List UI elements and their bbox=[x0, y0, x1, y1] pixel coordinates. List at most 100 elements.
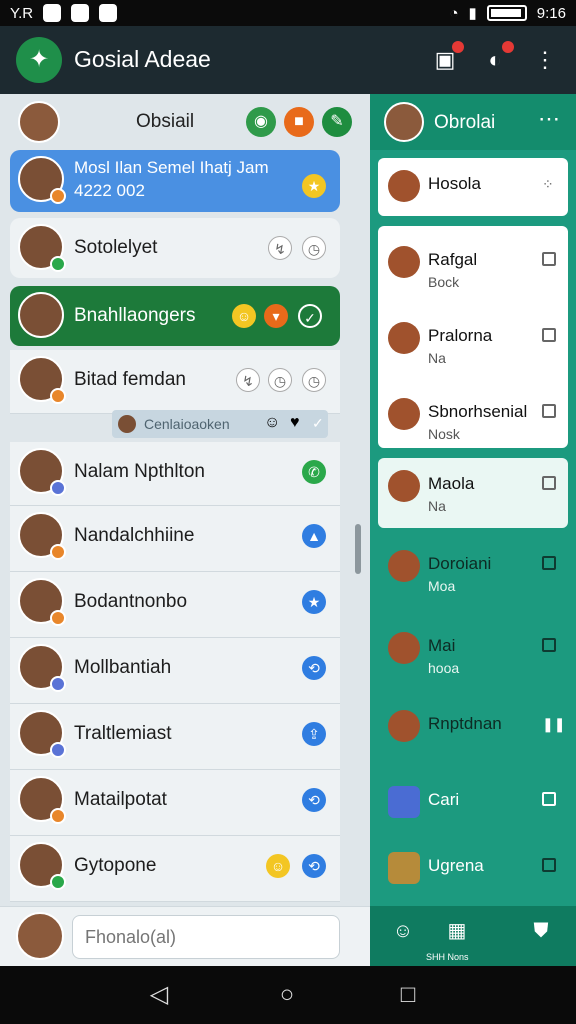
group-item[interactable]: Cari bbox=[378, 774, 568, 840]
account-icon[interactable]: ⛊ bbox=[524, 914, 558, 948]
app-title: Gosial Adeae bbox=[74, 46, 211, 72]
share-icon[interactable]: ⇪ bbox=[302, 722, 326, 746]
right-panel: Obrolai ⋯ Hosola ⁘ Rafgal Bock Pralorna … bbox=[370, 94, 576, 966]
profile-icon[interactable]: ☺ bbox=[386, 914, 420, 948]
arrow-icon[interactable]: ▾ bbox=[264, 304, 288, 328]
avatar bbox=[388, 710, 420, 742]
clock-icon[interactable]: ◷ bbox=[268, 368, 292, 392]
message-input[interactable] bbox=[72, 915, 340, 959]
call-icon[interactable]: ✆ bbox=[302, 460, 326, 484]
avatar bbox=[18, 776, 66, 824]
chat-item[interactable]: Gytopone ☺ ⟲ bbox=[10, 836, 340, 902]
group-item[interactable]: Hosola ⁘ bbox=[378, 158, 568, 216]
back-icon[interactable]: ◁ bbox=[144, 980, 174, 1010]
badge-icon bbox=[50, 874, 66, 890]
more-icon[interactable]: ⁘ bbox=[542, 176, 556, 192]
group-item[interactable]: Sbnorhsenial Nosk bbox=[378, 386, 568, 452]
emoji-icon: ☺ bbox=[266, 854, 290, 878]
check-icon[interactable]: ✓ bbox=[298, 304, 322, 328]
checkbox[interactable] bbox=[542, 556, 556, 570]
group-subtitle: Nosk bbox=[428, 426, 460, 442]
avatar[interactable] bbox=[384, 102, 424, 142]
group-item[interactable]: Mai hooa bbox=[378, 620, 568, 690]
chat-name: Mollbantiah bbox=[74, 657, 172, 678]
notification-icon[interactable]: ■ bbox=[284, 107, 314, 137]
pin-icon[interactable]: ↯ bbox=[236, 368, 260, 392]
badge-icon bbox=[50, 188, 66, 204]
group-title: Doroiani bbox=[428, 554, 492, 573]
chat-item[interactable]: Sotolelyet ↯ ◷ bbox=[10, 218, 340, 278]
messages-icon[interactable]: ▣ bbox=[430, 41, 464, 75]
clock-icon[interactable]: ◷ bbox=[302, 236, 326, 260]
badge-icon bbox=[50, 742, 66, 758]
chat-item[interactable]: Bnahllaongers ☺ ▾ ✓ bbox=[10, 286, 340, 346]
compose-bar bbox=[0, 906, 370, 966]
clock-icon[interactable]: ⟲ bbox=[302, 854, 326, 878]
pause-icon[interactable] bbox=[542, 792, 556, 806]
home-icon[interactable]: ○ bbox=[272, 980, 302, 1010]
more-menu-icon[interactable]: ⋯ bbox=[538, 106, 560, 132]
pin-icon[interactable]: ↯ bbox=[268, 236, 292, 260]
group-title: Sbnorhsenial bbox=[428, 402, 528, 421]
avatar[interactable] bbox=[18, 101, 60, 143]
chat-name: Bitad femdan bbox=[74, 369, 186, 390]
chat-name: Gytopone bbox=[74, 855, 157, 876]
checkbox[interactable] bbox=[542, 638, 556, 652]
scrollbar[interactable] bbox=[352, 154, 362, 894]
clock-icon[interactable]: ◷ bbox=[302, 368, 326, 392]
star-icon[interactable]: ★ bbox=[302, 590, 326, 614]
badge-icon bbox=[50, 808, 66, 824]
right-bottom-nav: ☺ ▦ SHH Nons ⛊ bbox=[370, 906, 576, 966]
chat-item[interactable]: Nandalchhiine ▲ bbox=[10, 506, 340, 572]
group-item[interactable]: Pralorna Na bbox=[378, 310, 568, 378]
status-left: Y.R bbox=[10, 4, 118, 22]
status-bar: Y.R ◔ ▮ 9:16 bbox=[0, 0, 576, 26]
signal-icon: ▮ bbox=[468, 5, 477, 22]
clock-icon[interactable]: ⟲ bbox=[302, 656, 326, 680]
chat-item[interactable]: Bitad femdan ↯ ◷ ◷ bbox=[10, 350, 340, 414]
grid-icon[interactable]: ▦ bbox=[440, 914, 474, 948]
group-title: Cari bbox=[428, 790, 460, 809]
avatar bbox=[18, 292, 64, 338]
checkbox[interactable] bbox=[542, 476, 556, 490]
group-item[interactable]: Doroiani Moa bbox=[378, 538, 568, 608]
check-icon: ✓ bbox=[312, 415, 324, 431]
battery-icon bbox=[486, 5, 527, 21]
chat-item[interactable]: Matailpotat ⟲ bbox=[10, 770, 340, 836]
chat-item[interactable]: Bodantnonbo ★ bbox=[10, 572, 340, 638]
app-notification-icon bbox=[43, 4, 62, 22]
badge-icon bbox=[50, 388, 66, 404]
group-item[interactable]: Maola Na bbox=[378, 458, 568, 528]
new-chat-icon[interactable]: ✎ bbox=[322, 107, 352, 137]
app-notification-icon bbox=[71, 4, 90, 22]
chat-subtitle: 4222 002 bbox=[74, 181, 145, 200]
chat-item[interactable]: Traltlemiast ⇪ bbox=[10, 704, 340, 770]
more-menu-icon[interactable]: ⋮ bbox=[530, 45, 560, 75]
avatar bbox=[388, 470, 420, 502]
group-item[interactable]: Rafgal Bock bbox=[378, 234, 568, 302]
chat-name: Traltlemiast bbox=[74, 723, 172, 744]
message-icon[interactable]: ▲ bbox=[302, 524, 326, 548]
checkbox[interactable] bbox=[542, 858, 556, 872]
recent-apps-icon[interactable]: □ bbox=[393, 980, 423, 1010]
left-panel-header: Obsiail ◉ ■ ✎ bbox=[0, 94, 370, 150]
avatar bbox=[18, 710, 66, 758]
checkbox[interactable] bbox=[542, 404, 556, 418]
calls-icon[interactable]: ◐ bbox=[480, 41, 514, 75]
status-icon[interactable]: ◉ bbox=[246, 107, 276, 137]
avatar bbox=[18, 448, 66, 496]
clock-icon[interactable]: ⟲ bbox=[302, 788, 326, 812]
chat-item[interactable]: Mollbantiah ⟲ bbox=[10, 638, 340, 704]
avatar[interactable] bbox=[16, 912, 64, 960]
group-item[interactable]: Rnptdnan ❚❚ bbox=[378, 698, 568, 764]
group-item[interactable]: Ugrena bbox=[378, 840, 568, 900]
chat-item[interactable]: Nalam Npthlton ✆ bbox=[10, 442, 340, 506]
checkbox[interactable] bbox=[542, 328, 556, 342]
group-title: Hosola bbox=[428, 174, 481, 193]
checkbox[interactable] bbox=[542, 252, 556, 266]
app-logo-icon: ✦ bbox=[16, 37, 62, 83]
status-right: ◔ ▮ 9:16 bbox=[449, 4, 566, 23]
scroll-thumb[interactable] bbox=[355, 524, 361, 574]
pause-icon[interactable]: ❚❚ bbox=[542, 716, 565, 732]
chat-item[interactable]: Mosl Ilan Semel Ihatj Jam 4222 002 ★ bbox=[10, 150, 340, 212]
